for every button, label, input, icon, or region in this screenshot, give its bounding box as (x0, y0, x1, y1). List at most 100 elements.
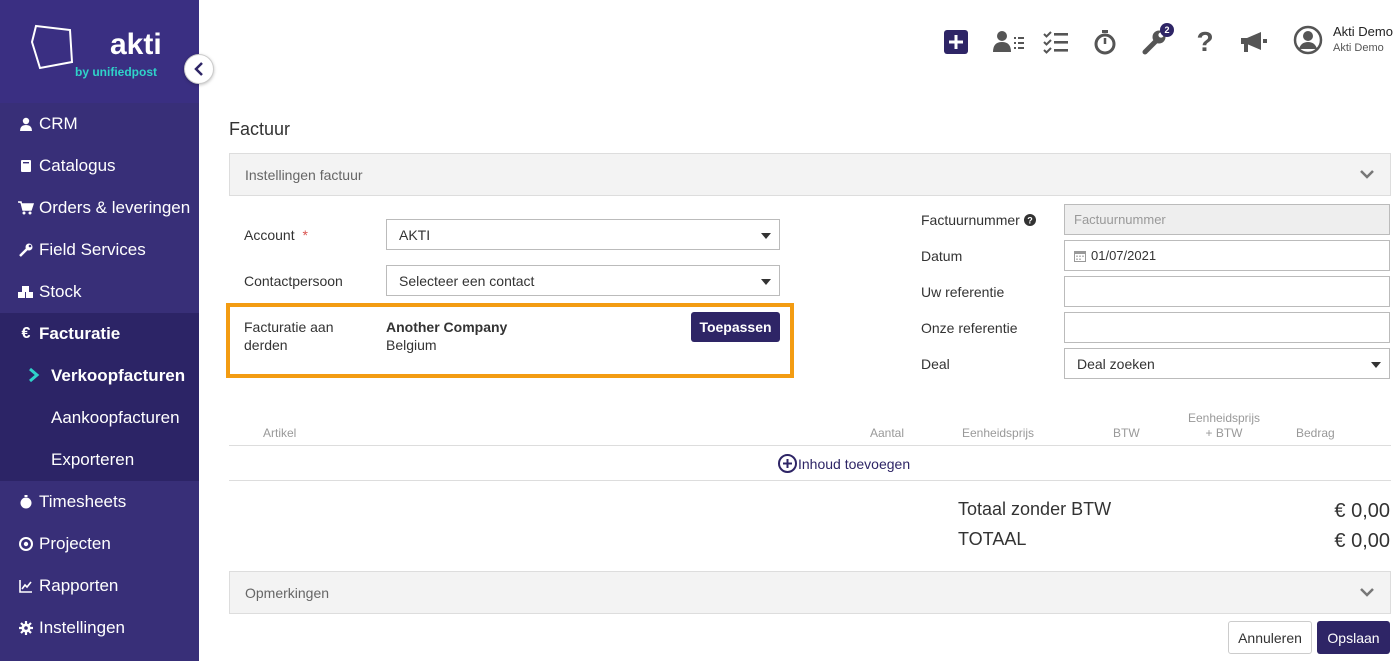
account-label: Account * (244, 227, 308, 243)
column-header-amount: Bedrag (1296, 426, 1335, 440)
user-avatar[interactable] (1293, 25, 1323, 55)
stopwatch-icon (1094, 30, 1116, 55)
plus-square-icon (944, 30, 968, 54)
your-reference-label: Uw referentie (921, 284, 1005, 300)
required-marker: * (302, 227, 308, 243)
sidebar-item-stock[interactable]: Stock (0, 271, 199, 313)
sidebar-subitem-aankoopfacturen[interactable]: Aankoopfacturen (0, 397, 199, 439)
column-header-article: Artikel (263, 426, 297, 440)
sidebar-subitem-label: Aankoopfacturen (51, 408, 180, 427)
column-header-quantity: Aantal (870, 426, 905, 440)
sidebar-item-label: Instellingen (39, 618, 126, 637)
tasks-button[interactable] (1042, 28, 1070, 56)
sidebar-item-instellingen[interactable]: Instellingen (0, 607, 199, 649)
sidebar-item-timesheets[interactable]: Timesheets (0, 481, 199, 523)
settings-panel-title: Instellingen factuur (245, 166, 363, 183)
date-label: Datum (921, 248, 963, 264)
sidebar-item-catalogus[interactable]: Catalogus (0, 145, 199, 187)
sidebar-item-orders[interactable]: Orders & leveringen (0, 187, 199, 229)
cancel-button[interactable]: Annuleren (1228, 621, 1312, 654)
sidebar-item-label: Field Services (39, 240, 146, 259)
invoice-number-input[interactable]: Factuurnummer (1064, 204, 1390, 235)
user-company: Akti Demo (1333, 42, 1384, 54)
sidebar-item-label: Catalogus (39, 156, 116, 175)
logo-tagline: by unifiedpost (75, 65, 157, 79)
user-list-icon (993, 31, 1024, 52)
sidebar-item-crm[interactable]: CRM (0, 103, 199, 145)
deal-select[interactable]: Deal zoeken (1064, 348, 1390, 379)
total-value: € 0,00 (1334, 530, 1390, 552)
page-title: Factuur (229, 119, 291, 139)
cart-icon (18, 200, 34, 216)
contacts-button[interactable] (993, 28, 1025, 56)
contact-select[interactable]: Selecteer een contact (386, 265, 780, 296)
checklist-icon (1043, 31, 1068, 54)
sidebar-item-label: Facturatie (39, 324, 121, 343)
logo[interactable]: akti by unifiedpost (0, 0, 199, 103)
sidebar-subitem-label: Verkoopfacturen (51, 366, 186, 385)
sidebar-item-projecten[interactable]: Projecten (0, 523, 199, 565)
account-select[interactable]: AKTI (386, 219, 780, 250)
caret-down-icon (761, 279, 771, 285)
sidebar-item-label: Timesheets (39, 492, 127, 511)
sidebar: akti by unifiedpost CRM Catalogus Orders… (0, 0, 199, 661)
total-excl-vat-value: € 0,00 (1334, 500, 1390, 522)
sidebar-subitem-verkoopfacturen[interactable]: Verkoopfacturen (0, 355, 199, 397)
sidebar-subitem-label: Exporteren (51, 450, 135, 469)
your-reference-input[interactable] (1064, 276, 1390, 307)
user-name[interactable]: Akti Demo (1333, 24, 1393, 39)
third-party-country: Belgium (386, 337, 437, 353)
plus-circle-icon (778, 454, 797, 473)
sidebar-item-rapporten[interactable]: Rapporten (0, 565, 199, 607)
sidebar-item-facturatie[interactable]: € Facturatie (0, 313, 199, 355)
stopwatch-icon (18, 494, 34, 510)
column-header-unit-price-vat: Eenheidsprijs + BTW (1187, 411, 1261, 440)
sidebar-item-label: Orders & leveringen (39, 198, 191, 217)
sidebar-subitem-exporteren[interactable]: Exporteren (0, 439, 199, 481)
timer-button[interactable] (1091, 28, 1119, 56)
sidebar-item-field-services[interactable]: Field Services (0, 229, 199, 271)
calendar-icon (1074, 250, 1086, 262)
chart-icon (18, 578, 34, 594)
apply-button[interactable]: Toepassen (691, 312, 780, 342)
sidebar-item-label: Projecten (39, 534, 111, 553)
euro-icon: € (21, 325, 31, 342)
svg-text:?: ? (1027, 216, 1033, 226)
announcements-button[interactable] (1239, 28, 1269, 56)
invoice-number-label: Factuurnummer ? (921, 212, 1036, 228)
column-header-unit-price: Eenheidsprijs (962, 426, 1035, 440)
user-circle-icon (1293, 25, 1323, 55)
sidebar-collapse-button[interactable] (184, 54, 214, 84)
remarks-panel-header[interactable]: Opmerkingen (229, 571, 1391, 614)
help-circle-icon[interactable]: ? (1023, 214, 1036, 226)
question-icon: ? (1196, 26, 1214, 57)
wrench-icon (18, 242, 34, 258)
table-divider (229, 480, 1391, 481)
third-party-company: Another Company (386, 319, 508, 335)
sidebar-item-label: Stock (39, 282, 82, 301)
save-button[interactable]: Opslaan (1317, 621, 1390, 654)
target-icon (18, 536, 34, 552)
third-party-label: Facturatie aan derden (244, 319, 334, 353)
gear-icon (18, 620, 34, 636)
logo-mark-icon (30, 24, 74, 70)
our-reference-input[interactable] (1064, 312, 1390, 343)
deal-label: Deal (921, 356, 950, 372)
caret-down-icon (761, 233, 771, 239)
date-input[interactable]: 01/07/2021 (1064, 240, 1390, 271)
help-button[interactable]: ? (1191, 26, 1219, 57)
remarks-panel-title: Opmerkingen (245, 584, 330, 601)
our-reference-label: Onze referentie (921, 320, 1018, 336)
user-icon (18, 116, 34, 132)
settings-panel-header[interactable]: Instellingen factuur (229, 153, 1391, 196)
book-icon (18, 158, 34, 174)
add-button[interactable] (942, 28, 970, 56)
chevron-down-icon (1360, 170, 1374, 179)
total-excl-vat-label: Totaal zonder BTW (958, 499, 1112, 519)
sidebar-item-label: Rapporten (39, 576, 119, 595)
logo-wordmark: akti (110, 28, 162, 61)
add-content-button[interactable]: Inhoud toevoegen (778, 454, 910, 473)
sidebar-item-label: CRM (39, 114, 78, 133)
chevron-down-icon (1360, 588, 1374, 597)
megaphone-icon (1241, 32, 1267, 52)
